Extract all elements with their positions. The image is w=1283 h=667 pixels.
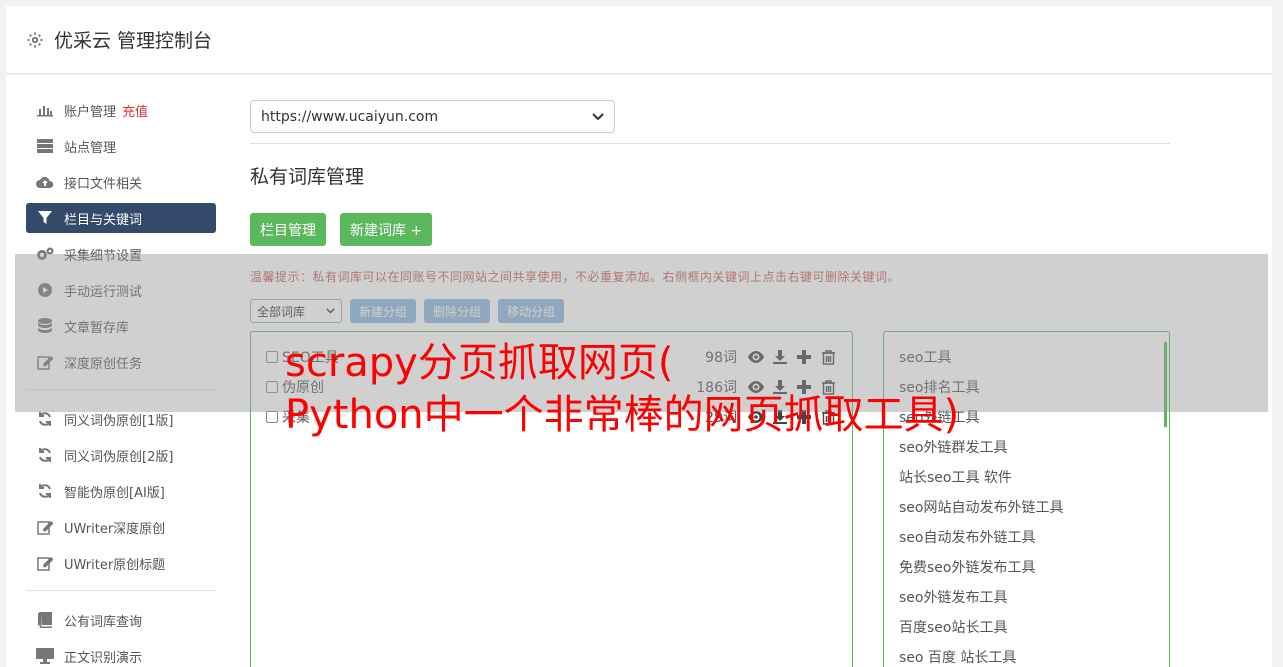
sidebar-item-uwriter-deep[interactable]: UWriter深度原创 <box>26 512 216 542</box>
app-title: 优采云 管理控制台 <box>54 30 213 52</box>
chevron-down-icon <box>592 112 604 120</box>
sidebar-item-account[interactable]: 账户管理 充值 <box>26 95 216 125</box>
keyword-item[interactable]: 免费seo外链发布工具 <box>899 552 1154 582</box>
refresh-icon <box>36 446 54 464</box>
sidebar-item-label: 接口文件相关 <box>64 176 143 192</box>
sidebar-divider <box>26 590 216 591</box>
sidebar-item-uwriter-title[interactable]: UWriter原创标题 <box>26 548 216 578</box>
page-title: 私有词库管理 <box>250 166 365 188</box>
recharge-link[interactable]: 充值 <box>122 101 148 120</box>
site-select-value: https://www.ucaiyun.com <box>261 108 439 125</box>
filter-icon <box>36 209 54 227</box>
cloud-upload-icon <box>36 173 54 191</box>
sidebar-item-sites[interactable]: 站点管理 <box>26 131 216 161</box>
sidebar-item-label: UWriter深度原创 <box>64 521 166 537</box>
library-checkbox[interactable] <box>266 411 278 423</box>
sidebar-item-label: 正文识别演示 <box>64 650 143 666</box>
sidebar-item-label: 站点管理 <box>64 140 117 156</box>
book-icon <box>36 611 54 629</box>
refresh-icon <box>36 410 54 428</box>
bar-chart-icon <box>36 101 54 119</box>
new-library-button[interactable]: 新建词库 + <box>340 213 433 246</box>
monitor-icon <box>36 647 54 665</box>
sidebar-item-label: 公有词库查询 <box>64 614 143 630</box>
edit-icon <box>36 554 54 572</box>
site-select[interactable]: https://www.ucaiyun.com <box>250 100 615 133</box>
sidebar-item-public-library[interactable]: 公有词库查询 <box>26 605 216 635</box>
sidebar-item-columns-keywords[interactable]: 栏目与关键词 <box>26 203 216 233</box>
sidebar-item-label: 账户管理 <box>64 104 117 120</box>
overlay-title-line2: Python中一个非常棒的网页抓取工具) <box>285 392 960 438</box>
sidebar-item-synonym-v2[interactable]: 同义词伪原创[2版] <box>26 440 216 470</box>
action-buttons: 栏目管理 新建词库 + <box>250 213 1170 246</box>
sidebar-item-label: 同义词伪原创[1版] <box>64 413 174 429</box>
sidebar-item-label: 同义词伪原创[2版] <box>64 449 174 465</box>
sidebar-item-text-recognition[interactable]: 正文识别演示 <box>26 641 216 667</box>
sidebar-item-label: UWriter原创标题 <box>64 557 166 573</box>
app-header: 优采云 管理控制台 <box>6 6 1272 74</box>
sidebar-item-ai-original[interactable]: 智能伪原创[AI版] <box>26 476 216 506</box>
overlay-title-line1: scrapy分页抓取网页( <box>285 340 674 386</box>
sidebar-item-label: 栏目与关键词 <box>64 212 143 228</box>
edit-icon <box>36 518 54 536</box>
keyword-item[interactable]: seo网站自动发布外链工具 <box>899 492 1154 522</box>
overlay-title: scrapy分页抓取网页( Python中一个非常棒的网页抓取工具) <box>285 337 959 441</box>
refresh-icon <box>36 482 54 500</box>
sidebar-item-interface[interactable]: 接口文件相关 <box>26 167 216 197</box>
server-icon <box>36 137 54 155</box>
keyword-item[interactable]: seo自动发布外链工具 <box>899 522 1154 552</box>
keyword-item[interactable]: seo 百度 站长工具 <box>899 642 1154 667</box>
divider <box>250 143 1170 144</box>
sidebar-item-label: 智能伪原创[AI版] <box>64 485 165 501</box>
gear-icon <box>27 32 43 47</box>
column-manage-button[interactable]: 栏目管理 <box>250 213 326 246</box>
keyword-item[interactable]: 站长seo工具 软件 <box>899 462 1154 492</box>
keyword-item[interactable]: seo外链发布工具 <box>899 582 1154 612</box>
keyword-item[interactable]: 百度seo站长工具 <box>899 612 1154 642</box>
